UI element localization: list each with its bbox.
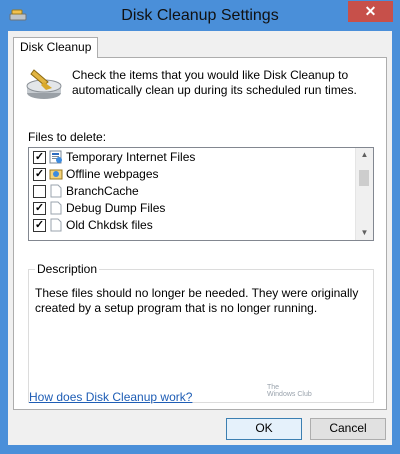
list-item[interactable]: ✓ Debug Dump Files [29, 200, 356, 216]
close-button[interactable]: ✕ [348, 1, 393, 22]
file-icon [49, 218, 63, 232]
list-scrollbar[interactable]: ▲ ▼ [355, 148, 373, 240]
title-bar[interactable]: Disk Cleanup Settings ✕ [1, 1, 399, 31]
item-checkbox[interactable] [33, 185, 46, 198]
watermark-line: Windows Club [267, 391, 312, 398]
close-icon: ✕ [364, 3, 377, 19]
dialog-client-area: Disk Cleanup Check the items that you wo… [8, 31, 392, 445]
help-link[interactable]: How does Disk Cleanup work? [29, 390, 192, 404]
item-checkbox[interactable]: ✓ [33, 168, 46, 181]
tab-panel: Check the items that you would like Disk… [13, 57, 387, 410]
file-icon [49, 201, 63, 215]
description-legend: Description [35, 262, 100, 276]
file-icon [49, 184, 63, 198]
list-item[interactable]: ✓ Offline webpages [29, 166, 356, 182]
files-list: ✓ Temporary Internet Files ✓ Offline web… [29, 148, 356, 240]
scroll-down-icon[interactable]: ▼ [356, 226, 373, 240]
cancel-button[interactable]: Cancel [310, 418, 386, 440]
ok-button[interactable]: OK [226, 418, 302, 440]
item-checkbox[interactable]: ✓ [33, 219, 46, 232]
list-item[interactable]: ✓ Temporary Internet Files [29, 149, 356, 165]
watermark-logo: The Windows Club [267, 384, 312, 398]
watermark-line: The [267, 384, 280, 391]
tab-disk-cleanup[interactable]: Disk Cleanup [13, 37, 99, 58]
files-listbox[interactable]: ✓ Temporary Internet Files ✓ Offline web… [28, 147, 374, 241]
item-label: Offline webpages [66, 167, 159, 181]
description-group: Description These files should no longer… [28, 262, 374, 403]
scroll-thumb[interactable] [359, 170, 369, 186]
intro-text: Check the items that you would like Disk… [72, 68, 357, 97]
item-label: BranchCache [66, 184, 139, 198]
description-text: These files should no longer be needed. … [35, 286, 359, 315]
dialog-window: Disk Cleanup Settings ✕ Disk Cleanup Che… [0, 0, 400, 454]
scroll-up-icon[interactable]: ▲ [356, 148, 373, 162]
list-item[interactable]: BranchCache [29, 183, 356, 199]
item-label: Debug Dump Files [66, 201, 166, 215]
window-title: Disk Cleanup Settings [121, 7, 279, 24]
item-checkbox[interactable]: ✓ [33, 151, 46, 164]
item-label: Temporary Internet Files [66, 150, 196, 164]
files-to-delete-label: Files to delete: [28, 130, 107, 144]
list-item[interactable]: ✓ Old Chkdsk files [29, 217, 356, 233]
disk-cleanup-icon [24, 66, 64, 102]
item-label: Old Chkdsk files [66, 218, 153, 232]
offline-webpages-icon [49, 167, 63, 181]
item-checkbox[interactable]: ✓ [33, 202, 46, 215]
internet-files-icon [49, 150, 63, 164]
